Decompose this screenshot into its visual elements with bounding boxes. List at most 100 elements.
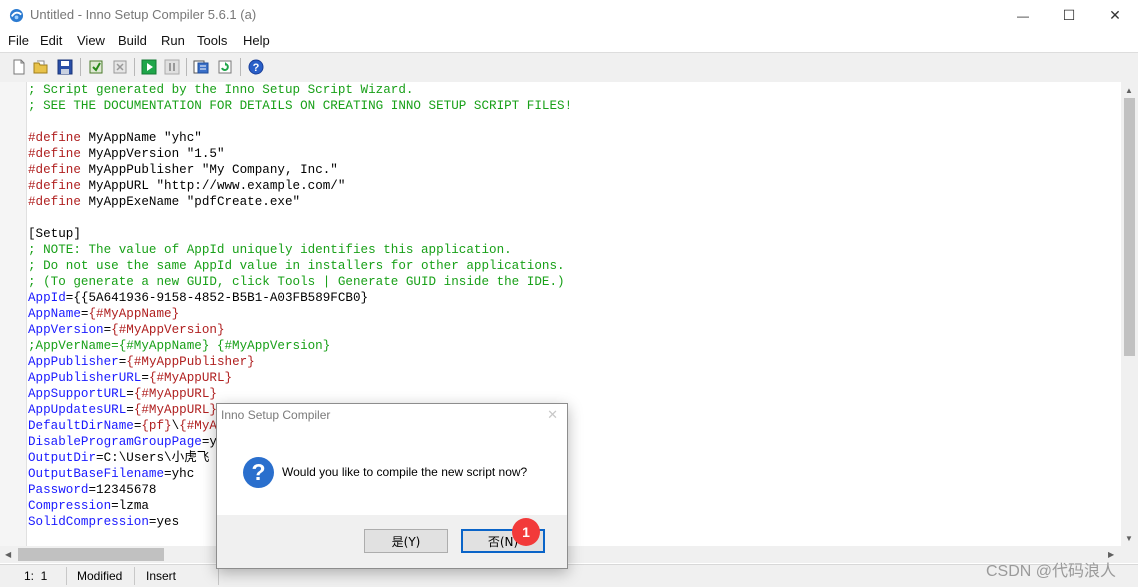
minimize-icon: —	[1017, 8, 1029, 23]
code-line: AppVersion={#MyAppVersion}	[28, 322, 572, 338]
dialog-message: Would you like to compile the new script…	[282, 465, 528, 479]
toolbar: ?	[0, 52, 1138, 83]
code-line: AppSupportURL={#MyAppURL}	[28, 386, 572, 402]
open-folder-icon[interactable]	[32, 58, 50, 76]
code-line: #define MyAppVersion "1.5"	[28, 146, 572, 162]
help-icon[interactable]: ?	[247, 58, 265, 76]
code-token: #define	[28, 147, 81, 161]
code-line: ; NOTE: The value of AppId uniquely iden…	[28, 242, 572, 258]
code-token: ; Script generated by the Inno Setup Scr…	[28, 83, 414, 97]
code-token: AppSupportURL	[28, 387, 127, 401]
code-token: ; Do not use the same AppId value in ins…	[28, 259, 565, 273]
code-token: #define	[28, 179, 81, 193]
code-line: ; Do not use the same AppId value in ins…	[28, 258, 572, 274]
compile-icon[interactable]	[87, 58, 105, 76]
cursor-position: 1: 1	[24, 569, 48, 583]
vertical-scroll-thumb[interactable]	[1124, 98, 1135, 356]
menu-bar: File Edit View Build Run Tools Help	[0, 31, 1138, 51]
code-token: =	[126, 387, 134, 401]
code-line: ; Script generated by the Inno Setup Scr…	[28, 82, 572, 98]
question-icon: ?	[243, 457, 274, 488]
save-icon[interactable]	[56, 58, 74, 76]
code-line: ;AppVerName={#MyAppName} {#MyAppVersion}	[28, 338, 572, 354]
menu-build[interactable]: Build	[118, 33, 147, 48]
code-token: {#MyAppURL}	[148, 371, 233, 385]
code-token: =C:\Users\小虎飞	[96, 451, 210, 465]
refresh-icon[interactable]	[216, 58, 234, 76]
modified-indicator: Modified	[77, 569, 123, 583]
dialog-close-icon[interactable]: ✕	[547, 407, 558, 423]
toolbar-separator	[80, 58, 81, 76]
step-badge: 1	[512, 518, 540, 546]
status-divider	[218, 567, 219, 585]
code-token: =yes	[148, 515, 180, 529]
window-title: Untitled - Inno Setup Compiler 5.6.1 (a)	[30, 7, 257, 22]
code-token: AppName	[28, 307, 81, 321]
new-file-icon[interactable]	[10, 58, 28, 76]
maximize-button[interactable]: ☐	[1046, 0, 1092, 31]
code-token: AppUpdatesURL	[28, 403, 127, 417]
code-line: #define MyAppExeName "pdfCreate.exe"	[28, 194, 572, 210]
minimize-button[interactable]: —	[1000, 0, 1046, 31]
code-line: AppId={{5A641936-9158-4852-B5B1-A03FB589…	[28, 290, 572, 306]
menu-tools[interactable]: Tools	[197, 33, 227, 48]
code-line: AppName={#MyAppName}	[28, 306, 572, 322]
code-token: =	[141, 371, 149, 385]
menu-file[interactable]: File	[8, 33, 29, 48]
menu-run[interactable]: Run	[161, 33, 185, 48]
scrollbar-corner	[1121, 546, 1138, 563]
status-bar: 1: 1 Modified Insert	[0, 564, 1138, 587]
code-token: =12345678	[88, 483, 157, 497]
code-token: {#MyAppVersion}	[111, 323, 225, 337]
toolbar-separator	[240, 58, 241, 76]
code-line: #define MyAppName "yhc"	[28, 130, 572, 146]
menu-help[interactable]: Help	[243, 33, 270, 48]
code-token: {#MyAppPublisher}	[126, 355, 255, 369]
code-token: Password	[28, 483, 89, 497]
toolbar-separator	[186, 58, 187, 76]
scroll-up-icon[interactable]: ▲	[1125, 86, 1133, 95]
scroll-left-icon[interactable]: ◀	[5, 550, 11, 559]
pause-icon[interactable]	[163, 58, 181, 76]
menu-view[interactable]: View	[77, 33, 105, 48]
code-token: AppVersion	[28, 323, 104, 337]
csdn-watermark: CSDN @代码浪人	[986, 563, 1117, 580]
yes-button[interactable]: 是(Y)	[364, 529, 448, 553]
code-token: ; (To generate a new GUID, click Tools |…	[28, 275, 565, 289]
code-token: {pf}	[141, 419, 172, 433]
code-token: {#MyAppURL}	[133, 403, 217, 417]
code-token: #define	[28, 131, 81, 145]
code-line: AppPublisher={#MyAppPublisher}	[28, 354, 572, 370]
code-token: MyAppExeName "pdfCreate.exe"	[80, 195, 301, 209]
code-token: ; SEE THE DOCUMENTATION FOR DETAILS ON C…	[28, 99, 573, 113]
code-token: MyAppURL "http://www.example.com/"	[80, 179, 346, 193]
code-token: OutputBaseFilename	[28, 467, 165, 481]
code-token: AppPublisher	[28, 355, 119, 369]
run-icon[interactable]	[140, 58, 158, 76]
dialog-title: Inno Setup Compiler	[221, 408, 331, 422]
close-window-button[interactable]: ✕	[1092, 0, 1138, 31]
stop-compile-icon[interactable]	[111, 58, 129, 76]
code-token: OutputDir	[28, 451, 97, 465]
svg-text:?: ?	[253, 62, 260, 74]
close-icon: ✕	[1109, 7, 1121, 23]
maximize-icon: ☐	[1062, 7, 1076, 23]
code-token: DefaultDirName	[28, 419, 134, 433]
horizontal-scroll-thumb[interactable]	[18, 548, 164, 561]
code-token: MyAppVersion "1.5"	[80, 147, 225, 161]
editor-gutter	[0, 82, 27, 546]
code-token: DisableProgramGroupPage	[28, 435, 202, 449]
code-line: ; SEE THE DOCUMENTATION FOR DETAILS ON C…	[28, 98, 572, 114]
code-token: {#MyAppName}	[88, 307, 180, 321]
code-token: #define	[28, 195, 81, 209]
code-token: [Setup]	[28, 227, 81, 241]
toolbar-separator	[134, 58, 135, 76]
code-token: =lzma	[111, 499, 149, 513]
target-icon[interactable]	[192, 58, 210, 76]
menu-edit[interactable]: Edit	[40, 33, 62, 48]
scroll-down-icon[interactable]: ▼	[1125, 534, 1133, 543]
title-bar: Untitled - Inno Setup Compiler 5.6.1 (a)…	[0, 0, 1138, 31]
code-line: ; (To generate a new GUID, click Tools |…	[28, 274, 572, 290]
